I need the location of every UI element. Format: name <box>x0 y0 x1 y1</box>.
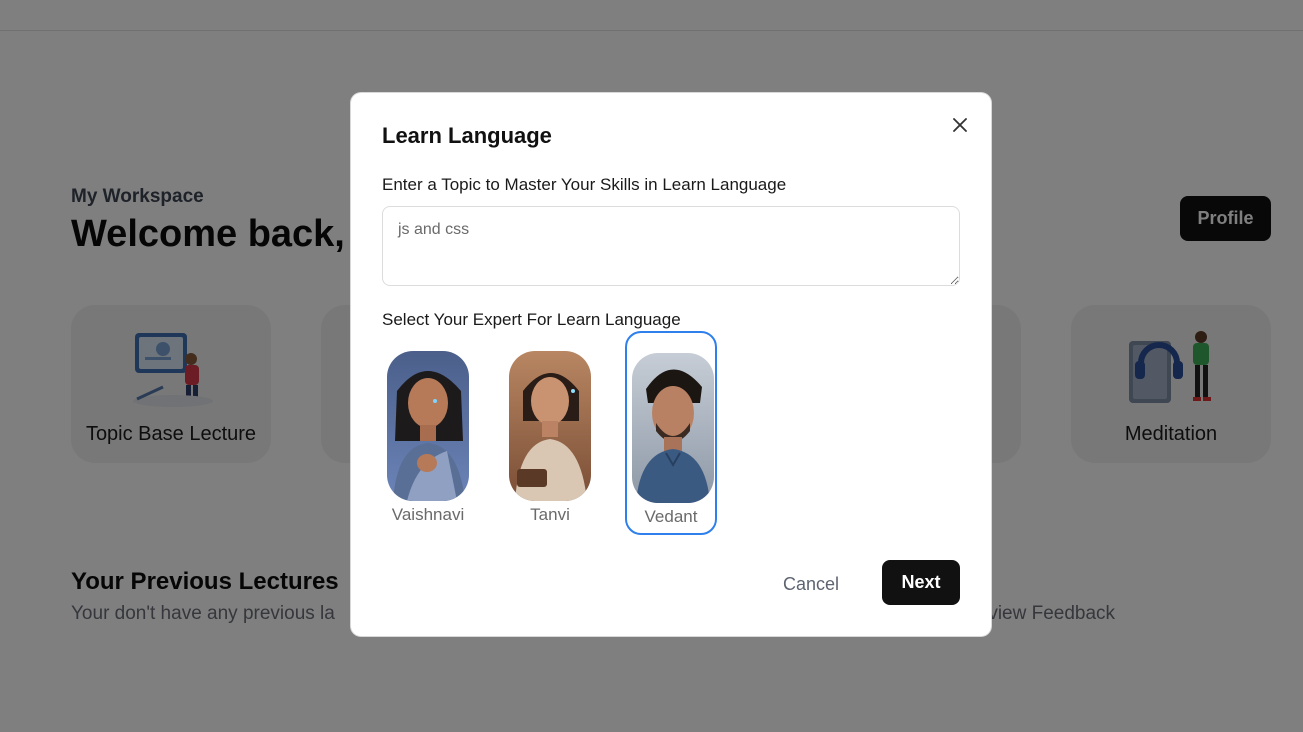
expert-name: Tanvi <box>530 505 570 524</box>
modal-title: Learn Language <box>382 123 552 148</box>
expert-option-vedant[interactable]: Vedant <box>625 331 717 535</box>
cancel-button[interactable]: Cancel <box>771 567 851 601</box>
avatar <box>387 351 469 501</box>
expert-name: Vaishnavi <box>391 505 465 524</box>
expert-name: Vedant <box>644 507 698 526</box>
avatar <box>509 351 591 501</box>
expert-label: Select Your Expert For Learn Language <box>382 310 681 329</box>
next-button[interactable]: Next <box>882 560 960 605</box>
close-button[interactable] <box>949 114 971 136</box>
learn-language-modal: Learn Language Enter a Topic to Master Y… <box>351 93 991 636</box>
avatar <box>632 353 714 503</box>
topic-input[interactable] <box>382 206 960 286</box>
close-icon <box>953 118 967 132</box>
expert-option-tanvi[interactable]: Tanvi <box>504 331 596 535</box>
topic-label: Enter a Topic to Master Your Skills in L… <box>382 175 787 194</box>
expert-option-vaishnavi[interactable]: Vaishnavi <box>382 331 474 535</box>
